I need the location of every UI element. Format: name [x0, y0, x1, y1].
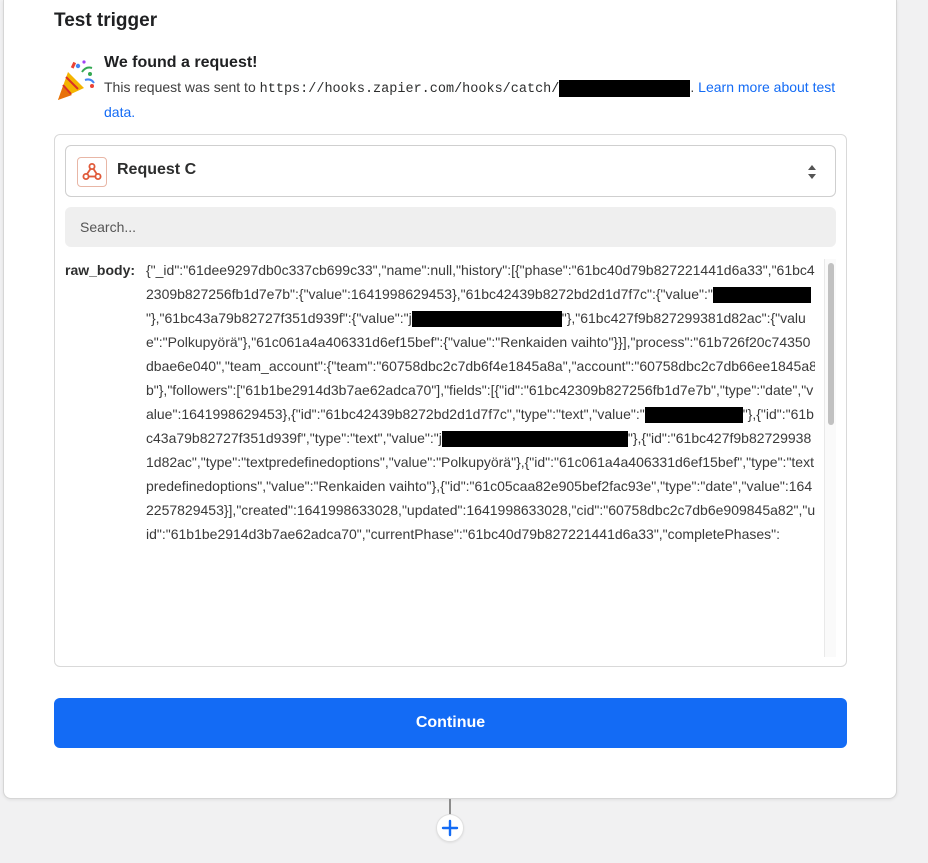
redacted-value — [734, 287, 811, 304]
raw-body-scrollbar[interactable] — [824, 259, 836, 657]
search-input[interactable] — [65, 207, 836, 247]
found-prefix: This request was sent to — [104, 79, 256, 95]
request-panel: Request C raw_body: {"_id":"61dee9297db0… — [54, 134, 847, 667]
raw-body-value: {"_id":"61dee9297db0c337cb699c33","name"… — [146, 258, 815, 546]
request-select[interactable]: Request C — [65, 145, 836, 197]
redacted-url-segment — [559, 79, 691, 97]
add-step-button[interactable] — [436, 814, 464, 842]
select-arrows-icon — [808, 165, 816, 179]
step-connector — [449, 799, 451, 815]
continue-button[interactable]: Continue — [54, 698, 847, 748]
redacted-value — [441, 431, 628, 448]
found-title: We found a request! — [104, 54, 258, 71]
raw-body-segment: "},"61bc43a79b82727f351d939f":{"value":"… — [146, 310, 412, 326]
party-popper-icon — [58, 60, 95, 100]
test-trigger-card: Test trigger We found a request! This re… — [3, 0, 897, 799]
webhook-icon — [77, 157, 107, 187]
scrollbar-thumb[interactable] — [828, 263, 834, 425]
plus-icon — [441, 819, 459, 837]
raw-body-field: raw_body: {"_id":"61dee9297db0c337cb699c… — [65, 258, 815, 658]
redacted-value — [712, 287, 735, 304]
redacted-value — [411, 311, 562, 328]
webhook-url: https://hooks.zapier.com/hooks/catch/ — [259, 82, 560, 97]
found-description: This request was sent to https://hooks.z… — [104, 79, 836, 120]
request-select-label: Request C — [117, 161, 197, 178]
redacted-value — [644, 407, 743, 424]
section-title: Test trigger — [54, 10, 158, 31]
raw-body-key: raw_body: — [65, 262, 136, 278]
